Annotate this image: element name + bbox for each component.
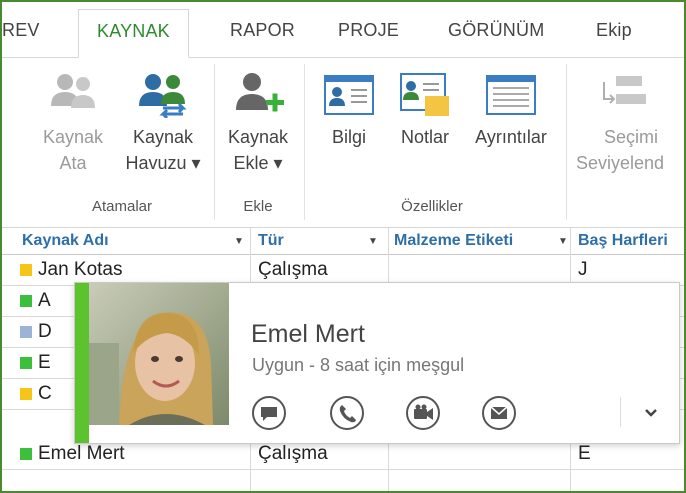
secimi-label-1: Seçimi <box>604 127 659 147</box>
ribbon: Kaynak Ata Kaynak Havuzu ▾ Atamalar Kayn… <box>2 58 684 228</box>
column-header-bas-harfleri[interactable]: Baş Harfleri <box>578 232 668 250</box>
resource-name: C <box>38 383 52 404</box>
kaynak-havuzu-button[interactable]: Kaynak Havuzu ▾ <box>114 70 212 176</box>
avatar <box>89 283 229 425</box>
kaynak-ata-button[interactable]: Kaynak Ata <box>32 70 114 176</box>
resource-name: A <box>38 290 51 311</box>
notlar-label: Notlar <box>400 127 449 147</box>
kaynak-ekle-button[interactable]: Kaynak Ekle ▾ <box>218 70 298 176</box>
group-separator <box>214 64 215 220</box>
filter-dropdown-icon[interactable]: ▼ <box>234 236 244 247</box>
ribbon-tabs: REV KAYNAK RAPOR PROJE GÖRÜNÜM Ekip <box>2 2 684 58</box>
chevron-down-icon[interactable] <box>641 403 661 423</box>
tab-rev[interactable]: REV <box>2 20 40 41</box>
video-icon[interactable] <box>405 395 441 431</box>
resource-name: Emel Mert <box>38 443 125 464</box>
group-label-ekle: Ekle <box>243 198 273 215</box>
table-row[interactable]: Emel Mert Çalışma E <box>2 440 684 470</box>
resource-type: Çalışma <box>258 259 328 280</box>
people-icon <box>51 74 95 108</box>
resource-indicator <box>20 448 32 460</box>
resource-name: E <box>38 352 51 373</box>
resource-indicator <box>20 388 32 400</box>
phone-icon[interactable] <box>329 395 365 431</box>
kaynak-ata-label-2: Ata <box>59 153 87 173</box>
resource-indicator <box>20 295 32 307</box>
tab-kaynak[interactable]: KAYNAK <box>78 9 189 58</box>
kaynak-havuzu-label-1: Kaynak <box>132 127 194 147</box>
resource-indicator <box>20 357 32 369</box>
contact-photo <box>89 283 229 425</box>
notes-icon <box>400 73 449 116</box>
tab-gorunum[interactable]: GÖRÜNÜM <box>448 20 544 41</box>
bilgi-button[interactable]: Bilgi <box>318 70 380 150</box>
resource-pool-icon <box>139 74 187 118</box>
tab-proje[interactable]: PROJE <box>338 20 399 41</box>
add-person-icon <box>236 73 284 112</box>
contact-status: Uygun - 8 saat için meşgul <box>252 355 465 375</box>
secimi-label-2: Seviyelend <box>576 153 665 173</box>
resource-initials: J <box>578 259 588 280</box>
bilgi-label: Bilgi <box>331 127 366 147</box>
kaynak-ekle-label-1: Kaynak <box>227 127 289 147</box>
group-separator <box>566 64 567 220</box>
info-card-icon <box>324 75 374 115</box>
presence-indicator <box>75 283 89 443</box>
card-action-divider <box>620 397 621 427</box>
tab-ekip[interactable]: Ekip <box>596 20 632 41</box>
column-header-kaynak-adi[interactable]: Kaynak Adı <box>22 232 109 250</box>
secimi-seviyelendir-button[interactable]: Seçimi Seviyelend <box>574 70 684 176</box>
filter-dropdown-icon[interactable]: ▼ <box>368 236 378 247</box>
ayrintilar-button[interactable]: Ayrıntılar <box>464 70 558 150</box>
im-icon[interactable] <box>251 395 287 431</box>
group-label-ozellikler: Özellikler <box>401 198 463 215</box>
resource-indicator <box>20 264 32 276</box>
email-icon[interactable] <box>481 395 517 431</box>
tab-rapor[interactable]: RAPOR <box>230 20 295 41</box>
resource-initials: E <box>578 443 591 464</box>
grid-header: Kaynak Adı ▼ Tür ▼ Malzeme Etiketi ▼ Baş… <box>2 228 684 255</box>
column-header-tur[interactable]: Tür <box>258 232 284 250</box>
contact-card: Emel Mert Uygun - 8 saat için meşgul <box>74 282 680 444</box>
resource-name: D <box>38 321 52 342</box>
table-row[interactable] <box>2 471 684 491</box>
project-window: REV KAYNAK RAPOR PROJE GÖRÜNÜM Ekip Kayn… <box>0 0 686 493</box>
ayrintilar-label: Ayrıntılar <box>475 127 547 147</box>
filter-dropdown-icon[interactable]: ▼ <box>558 236 568 247</box>
column-header-malzeme-etiketi[interactable]: Malzeme Etiketi <box>394 232 513 250</box>
group-label-atamalar: Atamalar <box>91 198 153 215</box>
contact-name: Emel Mert <box>251 320 365 348</box>
details-icon <box>486 75 536 115</box>
kaynak-ata-label-1: Kaynak <box>42 127 104 147</box>
notlar-button[interactable]: Notlar <box>390 70 460 150</box>
resource-type: Çalışma <box>258 443 328 464</box>
resource-name: Jan Kotas <box>38 259 123 280</box>
kaynak-havuzu-label-2: Havuzu ▾ <box>125 153 201 173</box>
level-icon <box>603 76 646 104</box>
resource-indicator <box>20 326 32 338</box>
kaynak-ekle-label-2: Ekle ▾ <box>233 153 283 173</box>
group-separator <box>304 64 305 220</box>
